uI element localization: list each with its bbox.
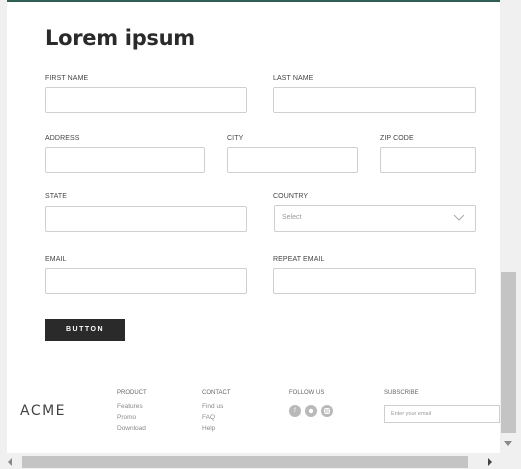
facebook-icon[interactable]: f: [289, 405, 301, 417]
page-title: Lorem ipsum: [45, 26, 195, 50]
repeat-email-field[interactable]: [273, 268, 476, 294]
subscribe-heading: SUBSCRIBE: [384, 390, 419, 396]
vertical-scrollbar[interactable]: [500, 0, 521, 453]
first-name-field[interactable]: [45, 87, 247, 113]
footer-link-features[interactable]: Features: [117, 403, 143, 410]
last-name-label: LAST NAME: [273, 75, 314, 82]
footer-link-faq[interactable]: FAQ: [202, 414, 215, 421]
top-accent-line: [7, 0, 500, 2]
scroll-left-arrow-icon[interactable]: [6, 457, 14, 467]
last-name-field[interactable]: [273, 87, 476, 113]
address-label: ADDRESS: [45, 135, 80, 142]
country-label: COUNTRY: [273, 193, 309, 200]
instagram-icon[interactable]: [321, 405, 333, 417]
footer-link-help[interactable]: Help: [202, 425, 215, 432]
state-label: STATE: [45, 193, 68, 200]
city-label: CITY: [227, 135, 244, 142]
scroll-right-arrow-icon[interactable]: [486, 457, 494, 467]
submit-button[interactable]: BUTTON: [45, 319, 125, 341]
twitter-icon[interactable]: [305, 405, 317, 417]
vertical-scroll-thumb[interactable]: [501, 272, 516, 433]
zip-code-field[interactable]: [380, 147, 476, 173]
address-field[interactable]: [45, 147, 205, 173]
product-heading: PRODUCT: [117, 390, 147, 396]
page-viewport: Lorem ipsum FIRST NAME LAST NAME ADDRESS…: [0, 0, 521, 469]
horizontal-scroll-thumb[interactable]: [22, 456, 468, 468]
repeat-email-label: REPEAT EMAIL: [273, 256, 325, 263]
acme-logo: ACME: [20, 403, 67, 419]
footer-link-download[interactable]: Download: [117, 425, 146, 432]
city-field[interactable]: [227, 147, 358, 173]
follow-heading: FOLLOW US: [289, 390, 325, 396]
email-field[interactable]: [45, 268, 247, 294]
page-gutter: [0, 0, 7, 453]
footer-link-find-us[interactable]: Find us: [202, 403, 223, 410]
contact-heading: CONTACT: [202, 390, 231, 396]
zip-code-label: ZIP CODE: [380, 135, 414, 142]
email-label: EMAIL: [45, 256, 67, 263]
footer-link-promo[interactable]: Promo: [117, 414, 136, 421]
subscribe-email-placeholder: Enter your email: [391, 411, 432, 417]
country-select[interactable]: Select: [274, 205, 476, 232]
first-name-label: FIRST NAME: [45, 75, 89, 82]
subscribe-email-input[interactable]: Enter your email: [384, 405, 500, 423]
horizontal-scrollbar[interactable]: [0, 453, 521, 469]
scroll-down-arrow-icon[interactable]: [503, 438, 513, 448]
chevron-down-icon: [453, 214, 465, 221]
state-field[interactable]: [45, 206, 247, 232]
country-select-value: Select: [282, 214, 302, 221]
